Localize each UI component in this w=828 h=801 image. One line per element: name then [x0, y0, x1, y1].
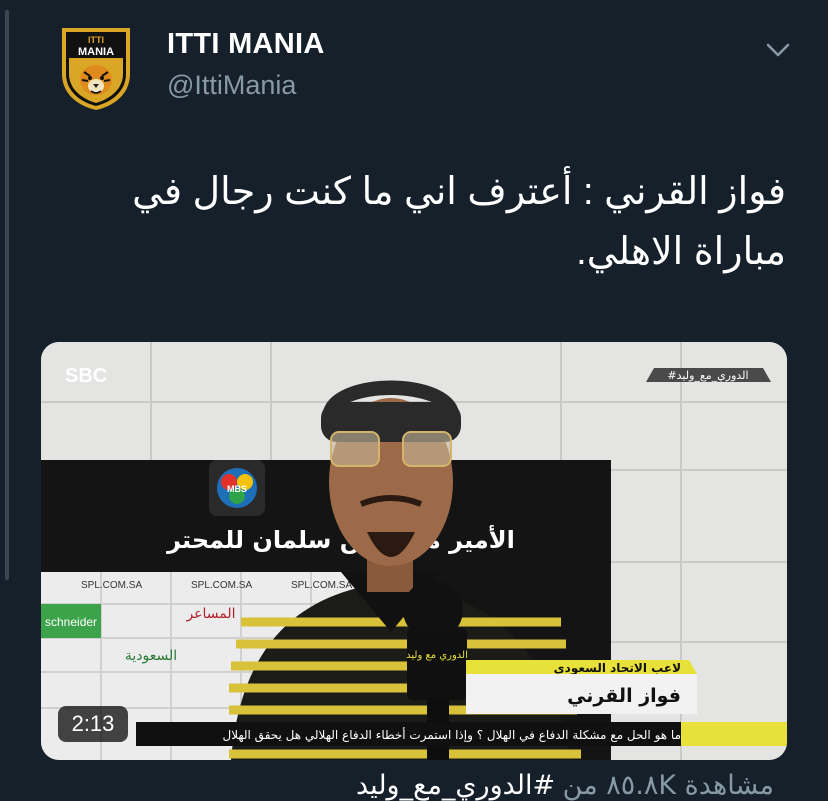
views-line: مشاهدة ٨٥.٨K من #الدوري_مع_وليد: [356, 770, 774, 801]
account-avatar[interactable]: ITTI MANIA: [58, 24, 134, 112]
news-ticker: ما هو الحل مع مشكلة الدفاع في الهلال ؟ و…: [222, 727, 681, 743]
display-name[interactable]: ITTI MANIA: [167, 28, 325, 61]
show-tag: #الدوري_مع_وليد: [667, 369, 748, 382]
video-duration-badge: 2:13: [58, 706, 128, 742]
logo-text-main: MANIA: [78, 46, 114, 58]
chevron-down-icon[interactable]: [764, 38, 792, 62]
scrollbar[interactable]: [5, 10, 9, 580]
league-badge: MBS: [209, 460, 265, 516]
svg-text:SPL.COM.SA: SPL.COM.SA: [191, 580, 252, 591]
video-player[interactable]: MBS الأمير محمد بن سلمان للمحتر SPL.COM.…: [41, 342, 787, 760]
sponsor-url: SPL.COM.SA: [81, 580, 142, 591]
lower-third-name: فواز القرني: [567, 685, 681, 707]
sponsor-almasaer: المساعر: [185, 606, 235, 622]
views-count: مشاهدة ٨٥.٨K من: [562, 770, 774, 801]
sponsor-schneider: schneider: [45, 615, 97, 629]
lower-third-role: لاعب الاتحاد السعودي: [554, 661, 681, 676]
account-handle[interactable]: @IttiMania: [167, 70, 296, 101]
svg-text:MBS: MBS: [227, 484, 247, 494]
sponsor-saudia: السعودية: [125, 648, 177, 664]
tweet-text: فواز القرني : أعترف اني ما كنت رجال في م…: [132, 171, 786, 273]
svg-text:SPL.COM.SA: SPL.COM.SA: [291, 580, 352, 591]
hashtag-link[interactable]: #الدوري_مع_وليد: [356, 770, 555, 801]
mic-label: الدوري مع وليد: [406, 650, 468, 661]
logo-text-top: ITTI: [88, 35, 104, 45]
video-thumbnail: MBS الأمير محمد بن سلمان للمحتر SPL.COM.…: [41, 342, 787, 760]
channel-logo: SBC: [65, 365, 107, 387]
